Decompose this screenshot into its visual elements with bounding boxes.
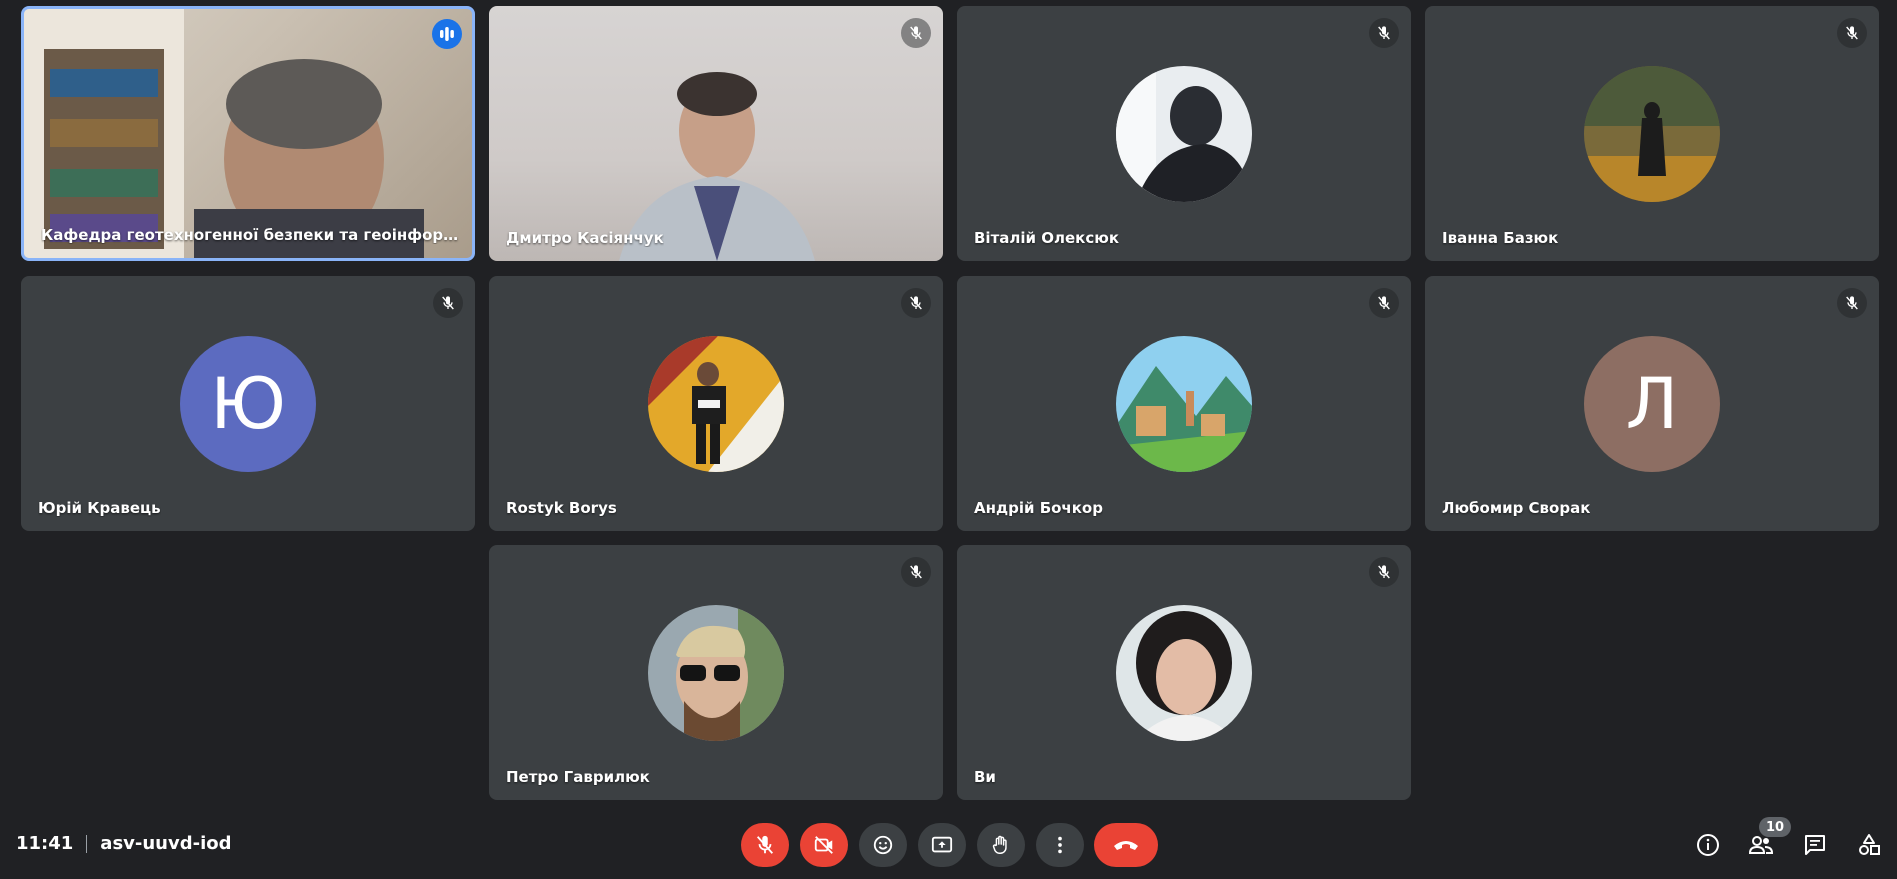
speaking-indicator <box>432 19 462 49</box>
avatar <box>1584 65 1720 202</box>
participant-tile[interactable]: Л Любомир Сворак <box>1425 276 1879 531</box>
mic-off-indicator <box>1369 557 1399 587</box>
raise-hand-button[interactable] <box>977 823 1025 867</box>
call-end-icon <box>1114 841 1138 850</box>
mic-off-indicator <box>901 18 931 48</box>
participant-name: Віталій Олексюк <box>974 229 1119 247</box>
participant-name: Юрій Кравець <box>38 499 161 517</box>
audio-levels-icon <box>440 27 454 41</box>
meeting-details-button[interactable] <box>1692 829 1724 861</box>
mic-off-icon <box>756 835 774 854</box>
participant-name: Ви <box>974 768 996 786</box>
avatar: Ю <box>180 335 316 472</box>
participant-tile[interactable]: Ви <box>957 545 1411 800</box>
avatar <box>1116 65 1252 202</box>
avatar <box>1116 604 1252 741</box>
mic-off-icon <box>1378 26 1390 40</box>
participant-name: Дмитро Касіянчук <box>506 229 664 247</box>
participant-count-badge: 10 <box>1759 817 1791 837</box>
leave-call-button[interactable] <box>1094 823 1158 867</box>
participant-tile[interactable]: Ю Юрій Кравець <box>21 276 475 531</box>
participant-tile[interactable]: Іванна Базюк <box>1425 6 1879 261</box>
participant-name: Любомир Сворак <box>1442 499 1591 517</box>
camera-off-icon <box>814 836 833 854</box>
mic-off-indicator <box>901 288 931 318</box>
participant-name: Rostyk Borys <box>506 499 617 517</box>
activities-button[interactable] <box>1853 829 1885 861</box>
control-bar: 11:41 asv-uuvd-iod 10 <box>0 807 1897 879</box>
hand-icon <box>992 835 1007 854</box>
mic-off-indicator <box>901 557 931 587</box>
mic-off-icon <box>1846 296 1858 310</box>
mic-off-indicator <box>433 288 463 318</box>
participant-tile[interactable]: Дмитро Касіянчук <box>489 6 943 261</box>
activities-icon <box>1859 834 1880 855</box>
more-options-button[interactable] <box>1036 823 1084 867</box>
meeting-time: 11:41 <box>16 833 74 854</box>
meeting-info: 11:41 asv-uuvd-iod <box>16 833 232 854</box>
mic-off-indicator <box>1837 18 1867 48</box>
info-icon <box>1697 834 1719 856</box>
participant-name: Кафедра геотехногенної безпеки та геоінф… <box>41 226 461 244</box>
reactions-button[interactable] <box>859 823 907 867</box>
avatar <box>648 604 784 741</box>
participant-tile[interactable]: Віталій Олексюк <box>957 6 1411 261</box>
participant-video <box>619 72 815 261</box>
present-icon <box>931 836 953 853</box>
mic-off-icon <box>910 296 922 310</box>
avatar <box>648 335 784 472</box>
emoji-icon <box>873 835 893 855</box>
chat-button[interactable] <box>1799 829 1831 861</box>
avatar <box>1116 335 1252 472</box>
participant-name: Андрій Бочкор <box>974 499 1103 517</box>
avatar: Л <box>1584 335 1720 472</box>
people-button[interactable]: 10 <box>1745 817 1791 861</box>
participant-tile[interactable]: Петро Гаврилюк <box>489 545 943 800</box>
microphone-button[interactable] <box>741 823 789 867</box>
camera-button[interactable] <box>800 823 848 867</box>
chat-icon <box>1805 835 1825 855</box>
more-vert-icon <box>1058 836 1062 854</box>
present-button[interactable] <box>918 823 966 867</box>
participant-tile[interactable]: Rostyk Borys <box>489 276 943 531</box>
participant-tile[interactable]: Андрій Бочкор <box>957 276 1411 531</box>
divider <box>86 834 88 853</box>
participant-video <box>24 9 424 258</box>
participant-name: Іванна Базюк <box>1442 229 1559 247</box>
mic-off-icon <box>910 565 922 579</box>
mic-off-icon <box>442 296 454 310</box>
mic-off-indicator <box>1369 18 1399 48</box>
mic-off-icon <box>910 26 922 40</box>
mic-off-icon <box>1378 565 1390 579</box>
mic-off-indicator <box>1837 288 1867 318</box>
participant-name: Петро Гаврилюк <box>506 768 650 786</box>
mic-off-icon <box>1846 26 1858 40</box>
participant-tile[interactable]: Кафедра геотехногенної безпеки та геоінф… <box>21 6 475 261</box>
meeting-code: asv-uuvd-iod <box>100 833 232 854</box>
mic-off-indicator <box>1369 288 1399 318</box>
mic-off-icon <box>1378 296 1390 310</box>
